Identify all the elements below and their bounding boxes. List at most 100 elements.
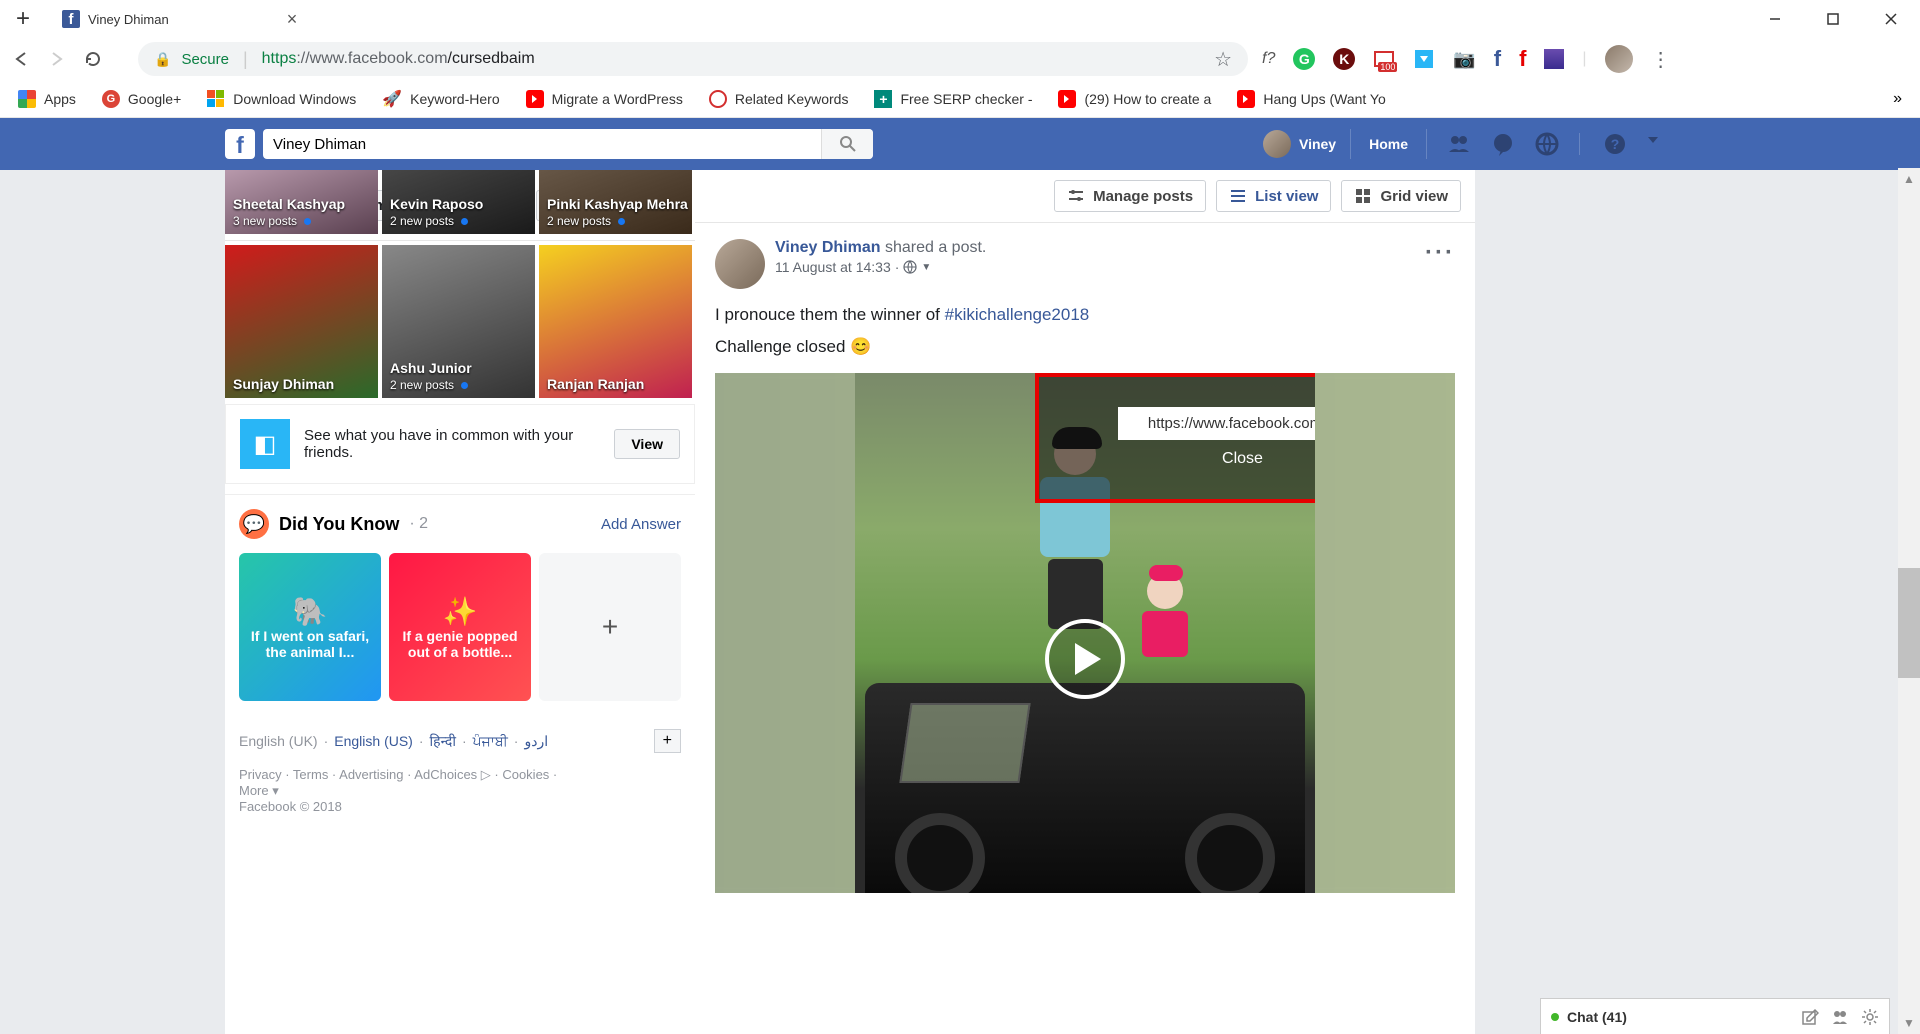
bookmark-free-serp[interactable]: +Free SERP checker - bbox=[874, 90, 1032, 108]
dyk-card-safari[interactable]: 🐘 If I went on safari, the animal I... bbox=[239, 553, 381, 701]
friend-tile[interactable]: Kevin Raposo2 new posts bbox=[382, 170, 535, 234]
scrollbar-thumb[interactable] bbox=[1898, 568, 1920, 678]
post: Viney Dhiman shared a post. 11 August at… bbox=[695, 223, 1475, 909]
bookmark-hang-ups[interactable]: Hang Ups (Want Yo bbox=[1237, 90, 1385, 108]
messages-icon[interactable] bbox=[1491, 132, 1515, 156]
scroll-down-icon[interactable]: ▼ bbox=[1898, 1012, 1920, 1034]
lang-en-us[interactable]: English (US) bbox=[334, 733, 413, 749]
bookmark-download-windows[interactable]: Download Windows bbox=[207, 90, 356, 108]
browser-tab[interactable]: f Viney Dhiman × bbox=[62, 9, 297, 30]
friends-grid: Sheetal Kashyap3 new posts Kevin Raposo2… bbox=[225, 241, 695, 398]
settings-icon[interactable] bbox=[1861, 1008, 1879, 1026]
hashtag-link[interactable]: #kikichallenge2018 bbox=[945, 305, 1090, 324]
close-tab-icon[interactable]: × bbox=[287, 9, 298, 30]
post-menu-icon[interactable]: ··· bbox=[1425, 239, 1455, 267]
friend-tile[interactable]: Sunjay Dhiman bbox=[225, 245, 378, 398]
fb-home-link[interactable]: Home bbox=[1351, 129, 1427, 159]
dropdown-icon[interactable] bbox=[1646, 133, 1660, 155]
video-container[interactable]: https://www.facebook.com… Close bbox=[715, 373, 1455, 893]
dyk-title: Did You Know bbox=[279, 514, 399, 535]
avatar bbox=[1263, 130, 1291, 158]
sliders-icon bbox=[1067, 187, 1085, 205]
fb-profile-link[interactable]: Viney bbox=[1249, 129, 1351, 159]
friend-tile[interactable]: Ranjan Ranjan bbox=[539, 245, 692, 398]
post-avatar[interactable] bbox=[715, 239, 765, 289]
scroll-up-icon[interactable]: ▲ bbox=[1898, 168, 1920, 190]
browser-titlebar: + f Viney Dhiman × bbox=[0, 0, 1920, 38]
grid-icon bbox=[1354, 187, 1372, 205]
search-input[interactable] bbox=[273, 136, 821, 153]
friend-tile[interactable]: Sheetal Kashyap3 new posts bbox=[225, 170, 378, 234]
friend-requests-icon[interactable] bbox=[1447, 132, 1471, 156]
page-content: Viney Dhiman Timeline▼ Recent▼ Sheetal K… bbox=[0, 170, 1920, 1034]
minimize-button[interactable] bbox=[1746, 0, 1804, 38]
post-date[interactable]: 11 August at 14:33 · ▼ bbox=[775, 259, 986, 275]
view-button[interactable]: View bbox=[614, 429, 680, 459]
video-frame: https://www.facebook.com… Close bbox=[855, 373, 1315, 893]
people-icon[interactable] bbox=[1831, 1008, 1849, 1026]
compose-icon[interactable] bbox=[1801, 1008, 1819, 1026]
facebook-logo[interactable]: f bbox=[225, 129, 255, 159]
bookmark-keyword-hero[interactable]: 🚀Keyword-Hero bbox=[382, 89, 499, 109]
chrome-menu-icon[interactable]: ⋮ bbox=[1651, 47, 1671, 72]
popup-url-field[interactable]: https://www.facebook.com… bbox=[1118, 407, 1316, 440]
ext-idm-icon[interactable] bbox=[1413, 48, 1435, 70]
post-author[interactable]: Viney Dhiman bbox=[775, 239, 881, 256]
footer-links: Privacy · Terms · Advertising · AdChoice… bbox=[225, 767, 695, 814]
address-bar[interactable]: 🔒 Secure | https://www.facebook.com/curs… bbox=[138, 42, 1248, 76]
reload-button[interactable] bbox=[82, 48, 104, 70]
back-button[interactable] bbox=[10, 48, 32, 70]
dyk-card-genie[interactable]: ✨ If a genie popped out of a bottle... bbox=[389, 553, 531, 701]
friend-tile[interactable]: Pinki Kashyap Mehra2 new posts bbox=[539, 170, 692, 234]
search-button[interactable] bbox=[821, 129, 873, 159]
close-window-button[interactable] bbox=[1862, 0, 1920, 38]
globe-icon bbox=[903, 260, 917, 274]
url-popup: https://www.facebook.com… Close bbox=[1035, 373, 1315, 503]
friend-tile[interactable]: Ashu Junior2 new posts bbox=[382, 245, 535, 398]
ext-camera-icon[interactable]: 📷 bbox=[1453, 49, 1475, 70]
ext-facebook-red-icon[interactable]: f bbox=[1519, 46, 1526, 72]
bookmark-migrate-wp[interactable]: Migrate a WordPress bbox=[526, 90, 683, 108]
grid-view-button[interactable]: Grid view bbox=[1341, 180, 1461, 212]
bookmark-star-icon[interactable]: ☆ bbox=[1214, 47, 1232, 72]
bookmark-related-keywords[interactable]: Related Keywords bbox=[709, 90, 849, 108]
maximize-button[interactable] bbox=[1804, 0, 1862, 38]
popup-close-button[interactable]: Close bbox=[1222, 450, 1263, 468]
ext-facebook-icon[interactable]: f bbox=[1494, 46, 1501, 72]
bookmarks-overflow-icon[interactable]: » bbox=[1893, 90, 1902, 108]
svg-text:?: ? bbox=[1611, 136, 1620, 152]
ext-lastpass-icon[interactable]: 100 bbox=[1373, 48, 1395, 70]
new-tab-button[interactable]: + bbox=[12, 8, 34, 30]
lang-add-button[interactable]: + bbox=[654, 729, 681, 753]
chrome-profile-avatar[interactable] bbox=[1605, 45, 1633, 73]
bookmark-apps[interactable]: Apps bbox=[18, 90, 76, 108]
lang-urdu[interactable]: اردو bbox=[524, 733, 548, 750]
list-icon bbox=[1229, 187, 1247, 205]
list-view-button[interactable]: List view bbox=[1216, 180, 1331, 212]
left-sidebar: Viney Dhiman Timeline▼ Recent▼ Sheetal K… bbox=[225, 170, 695, 1034]
facebook-search[interactable] bbox=[263, 129, 873, 159]
did-you-know-box: 💬 Did You Know · 2 Add Answer 🐘 If I wen… bbox=[225, 494, 695, 715]
ext-fontquery-icon[interactable]: f? bbox=[1262, 50, 1275, 68]
forward-button[interactable] bbox=[46, 48, 68, 70]
help-icon[interactable]: ? bbox=[1604, 133, 1626, 155]
add-answer-link[interactable]: Add Answer bbox=[601, 516, 681, 533]
lang-active: English (UK) bbox=[239, 733, 318, 749]
bookmark-google-plus[interactable]: GGoogle+ bbox=[102, 90, 181, 108]
play-icon[interactable] bbox=[1045, 619, 1125, 699]
post-action-text: shared a post. bbox=[885, 239, 986, 256]
secure-label: Secure bbox=[181, 51, 229, 68]
notifications-icon[interactable] bbox=[1535, 132, 1559, 156]
lang-hindi[interactable]: हिन्दी bbox=[430, 732, 456, 751]
bookmarks-bar: Apps GGoogle+ Download Windows 🚀Keyword-… bbox=[0, 80, 1920, 118]
ext-k-icon[interactable]: K bbox=[1333, 48, 1355, 70]
bookmark-how-to-create[interactable]: (29) How to create a bbox=[1058, 90, 1211, 108]
lang-punjabi[interactable]: ਪੰਜਾਬੀ bbox=[473, 733, 508, 750]
vertical-scrollbar[interactable]: ▲ ▼ bbox=[1898, 168, 1920, 1034]
ext-purple-icon[interactable] bbox=[1544, 49, 1564, 69]
online-dot-icon bbox=[1551, 1013, 1559, 1021]
ext-grammarly-icon[interactable]: G bbox=[1293, 48, 1315, 70]
manage-posts-button[interactable]: Manage posts bbox=[1054, 180, 1206, 212]
chat-bar[interactable]: Chat (41) bbox=[1540, 998, 1890, 1034]
dyk-card-add[interactable]: + bbox=[539, 553, 681, 701]
